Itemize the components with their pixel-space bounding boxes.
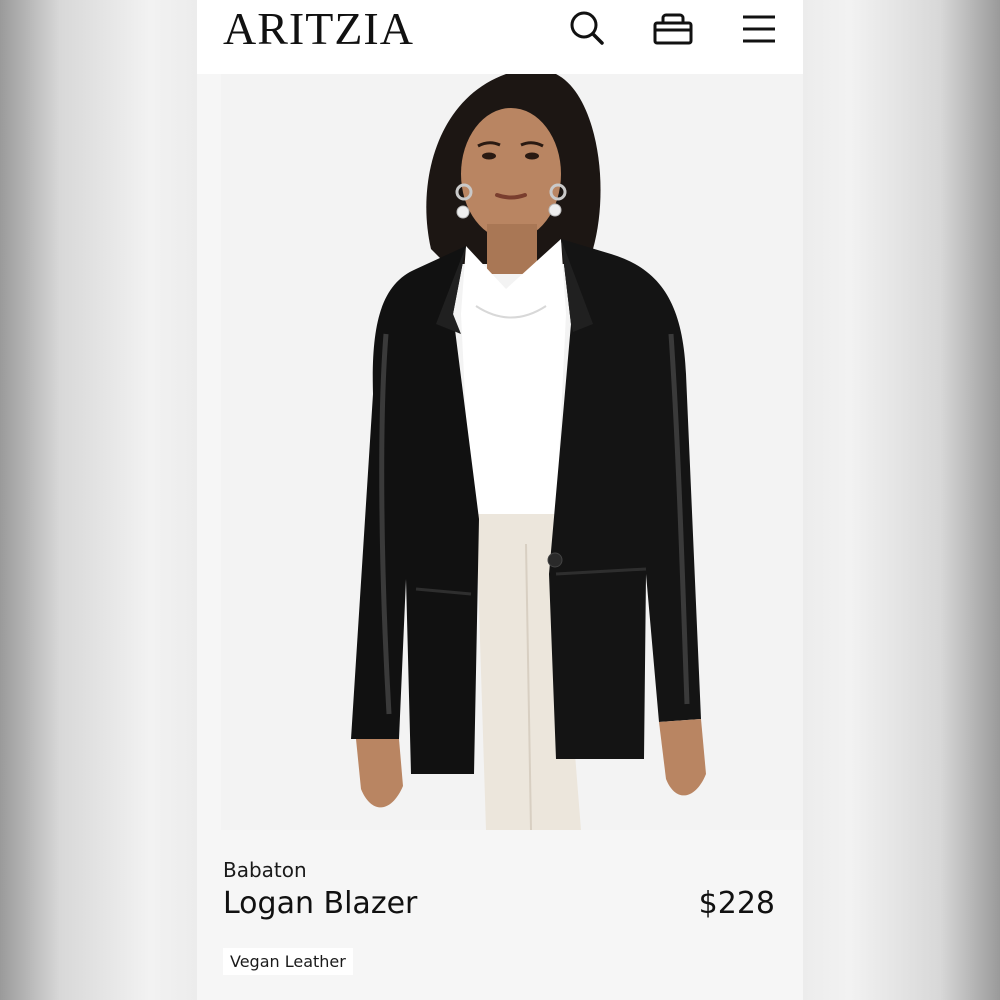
face-shape bbox=[461, 108, 561, 240]
product-brand[interactable]: Babaton bbox=[223, 858, 307, 882]
bag-icon[interactable] bbox=[651, 8, 695, 48]
jacket-button-shape bbox=[547, 552, 563, 568]
product-name[interactable]: Logan Blazer bbox=[223, 886, 417, 921]
product-info: Babaton Logan Blazer $228 Vegan Leather bbox=[197, 830, 803, 1000]
top-nav: ARITZIA bbox=[197, 0, 803, 74]
brand-logo[interactable]: ARITZIA bbox=[223, 6, 414, 52]
menu-icon[interactable] bbox=[737, 8, 781, 48]
search-icon[interactable] bbox=[565, 8, 609, 48]
product-price: $228 bbox=[698, 886, 775, 921]
product-image[interactable] bbox=[221, 74, 803, 830]
screenshot-frame: ARITZIA Babaton Logan Blazer $228 Vegan … bbox=[0, 0, 1000, 1000]
material-tag: Vegan Leather bbox=[223, 948, 353, 975]
phone-screen: ARITZIA Babaton Logan Blazer $228 Vegan … bbox=[197, 0, 803, 1000]
